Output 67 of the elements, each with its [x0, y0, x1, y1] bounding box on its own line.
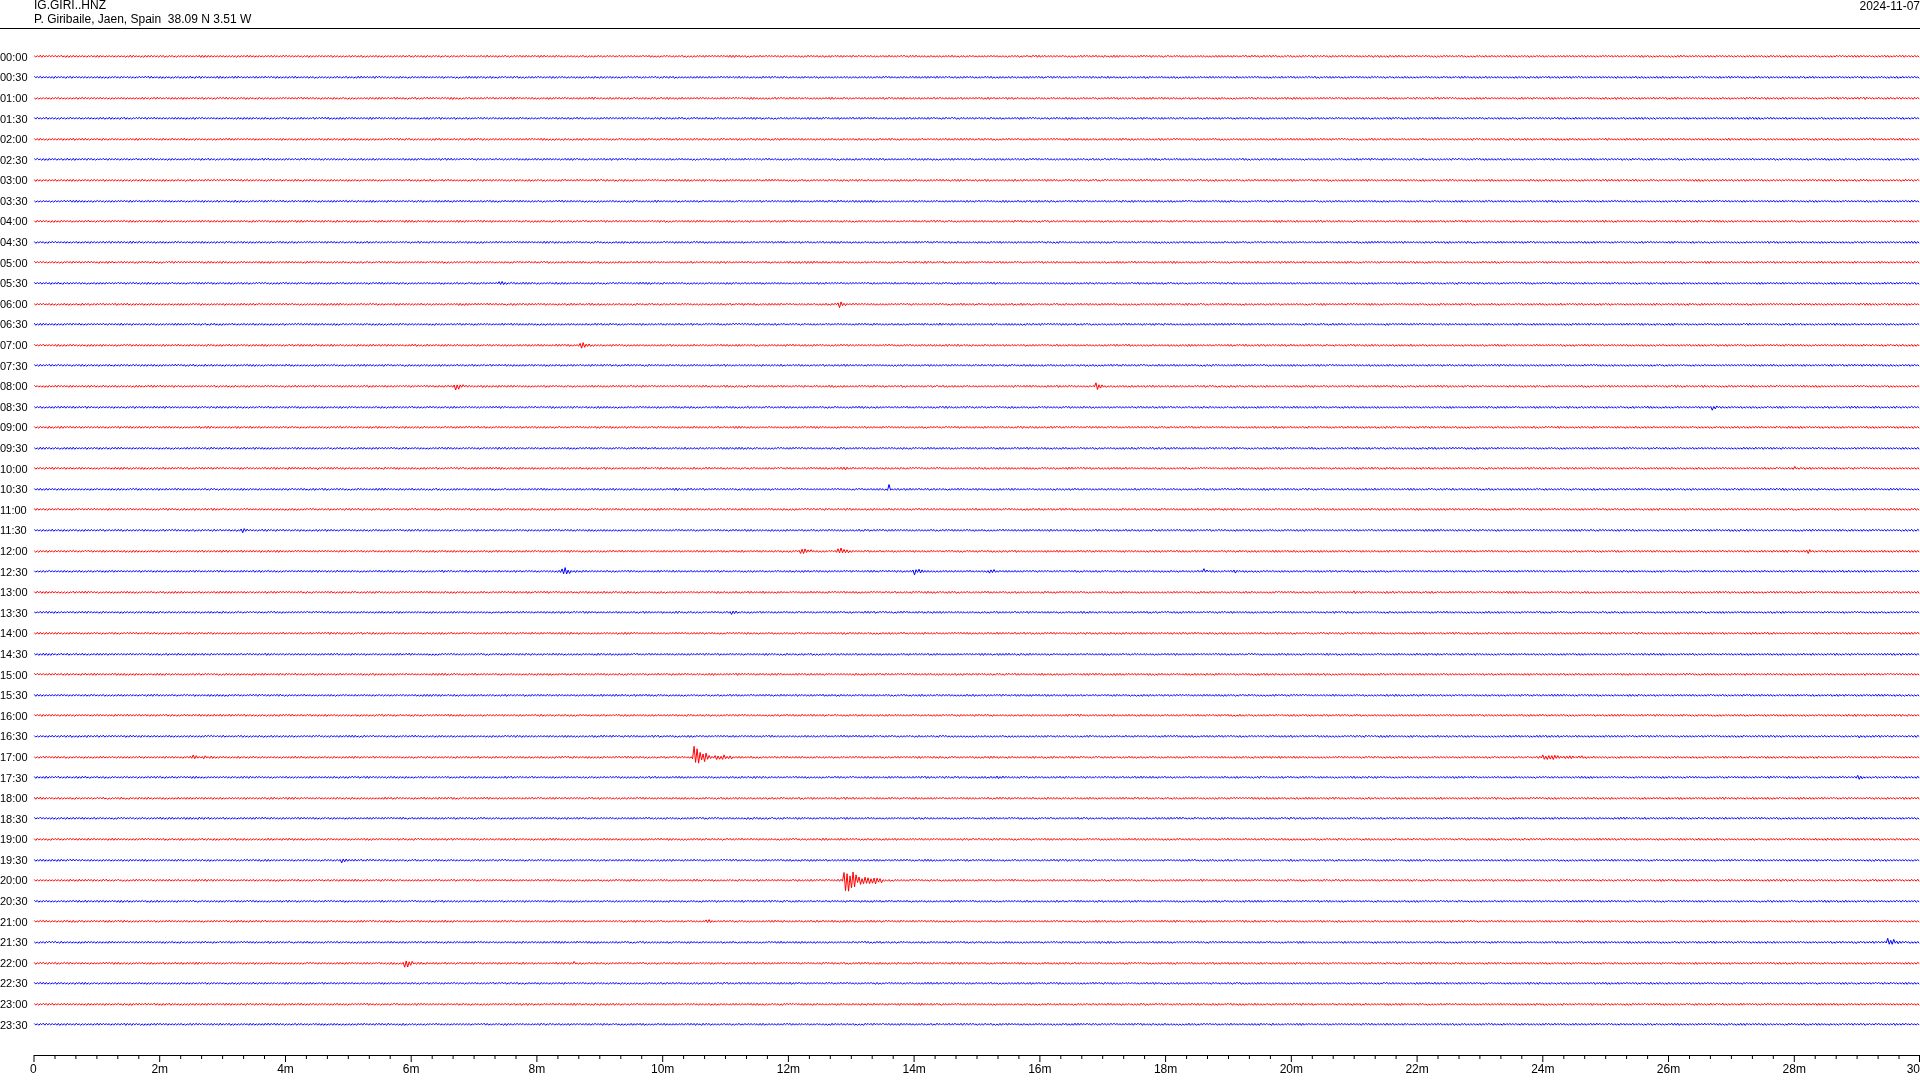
time-label: 23:30 — [0, 1018, 29, 1031]
time-label: 03:00 — [0, 174, 29, 187]
time-label: 13:30 — [0, 606, 29, 619]
time-label: 20:30 — [0, 895, 29, 908]
time-label: 10:00 — [0, 462, 29, 475]
time-label: 09:00 — [0, 421, 29, 434]
time-label: 02:00 — [0, 133, 29, 146]
time-label: 10:30 — [0, 483, 29, 496]
time-label: 16:30 — [0, 730, 29, 743]
time-label: 11:00 — [0, 503, 28, 516]
axis-label: 18m — [1153, 1061, 1178, 1076]
axis-label: 26m — [1656, 1061, 1681, 1076]
axis-label: 16m — [1028, 1061, 1052, 1076]
station-code: IG.GIRI..HNZ — [34, 0, 107, 12]
time-label: 05:30 — [0, 277, 29, 290]
time-label: 17:00 — [0, 750, 29, 763]
time-label: 04:00 — [0, 215, 29, 228]
time-label: 13:00 — [0, 586, 29, 599]
time-label: 22:30 — [0, 977, 29, 990]
time-label: 16:00 — [0, 709, 29, 722]
time-label: 11:30 — [0, 524, 28, 537]
time-label: 19:30 — [0, 853, 29, 866]
time-label: 06:00 — [0, 297, 29, 310]
axis-label: 10m — [651, 1061, 675, 1076]
axis-label: 22m — [1405, 1061, 1429, 1076]
time-label: 06:30 — [0, 318, 29, 331]
axis-label: 2m — [151, 1061, 169, 1076]
time-label: 07:30 — [0, 359, 29, 372]
time-label: 14:00 — [0, 627, 29, 640]
station-location: P. Giribaile, Jaen, Spain 38.09 N 3.51 W — [34, 12, 252, 26]
time-label: 01:30 — [0, 112, 29, 125]
time-label: 08:30 — [0, 400, 29, 413]
axis-label: 30 — [1906, 1061, 1920, 1076]
time-label: 20:00 — [0, 874, 29, 887]
time-label: 18:30 — [0, 812, 29, 825]
time-label: 12:00 — [0, 544, 29, 557]
time-label: 17:30 — [0, 771, 29, 784]
axis-label: 4m — [277, 1061, 294, 1076]
axis-label: 20m — [1279, 1061, 1303, 1076]
axis-label: 8m — [528, 1061, 546, 1076]
time-label: 09:30 — [0, 442, 29, 454]
plot-date: 2024-11-07 — [1859, 0, 1920, 13]
time-label: 22:00 — [0, 956, 29, 969]
time-label: 02:30 — [0, 153, 29, 166]
axis-label: 28m — [1782, 1061, 1806, 1076]
time-label: 19:00 — [0, 833, 29, 846]
time-label: 07:00 — [0, 339, 29, 352]
time-label: 12:30 — [0, 565, 29, 578]
axis-label: 14m — [902, 1061, 926, 1076]
time-label: 05:00 — [0, 256, 29, 269]
time-label: 14:30 — [0, 647, 29, 660]
time-label: 00:00 — [0, 50, 29, 63]
axis-label: 6m — [402, 1061, 420, 1076]
time-label: 08:00 — [0, 380, 29, 393]
time-label: 21:30 — [0, 936, 29, 949]
time-label: 03:30 — [0, 194, 29, 207]
axis-label: 12m — [776, 1061, 801, 1076]
time-label: 04:30 — [0, 236, 29, 249]
time-label: 18:00 — [0, 792, 29, 805]
time-label: 15:30 — [0, 689, 29, 702]
time-label: 21:00 — [0, 915, 29, 928]
time-label: 15:00 — [0, 668, 29, 681]
time-label: 01:00 — [0, 91, 29, 104]
time-label: 00:30 — [0, 71, 29, 84]
time-label: 23:00 — [0, 998, 29, 1011]
axis-label: 24m — [1531, 1061, 1555, 1076]
axis-label: 0 — [30, 1061, 37, 1076]
